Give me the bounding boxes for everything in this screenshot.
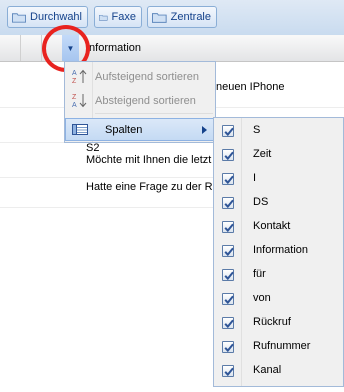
faxe-button[interactable]: Faxe: [94, 6, 142, 28]
checkmark-icon: [224, 295, 234, 305]
column-divider[interactable]: [20, 35, 21, 61]
menu-separator: [95, 113, 213, 114]
column-toggle-label: Information: [253, 244, 309, 256]
column-toggle-item[interactable]: Information: [214, 240, 343, 264]
column-toggle-item[interactable]: DS: [214, 192, 343, 216]
column-toggle-label: DS: [253, 196, 269, 208]
checkbox[interactable]: [222, 341, 234, 353]
columns-icon: [72, 124, 88, 135]
columns-label: Spalten: [105, 123, 143, 136]
checkbox[interactable]: [222, 269, 234, 281]
zentrale-label: Zentrale: [170, 11, 211, 23]
column-toggle-item[interactable]: Rückruf: [214, 312, 343, 336]
column-toggle-item[interactable]: Zeit: [214, 144, 343, 168]
checkmark-icon: [224, 151, 234, 161]
column-toggle-label: Kanal: [253, 364, 282, 376]
column-menu: A Z Aufsteigend sortieren Z A Absteigend…: [64, 61, 216, 143]
checkbox[interactable]: [222, 197, 234, 209]
sort-ascending-item[interactable]: A Z Aufsteigend sortieren: [65, 65, 215, 88]
sort-ascending-label: Aufsteigend sortieren: [95, 70, 199, 83]
columns-submenu: S Zeit I DS Kontakt Information für von Rückruf R…: [213, 117, 344, 387]
checkmark-icon: [224, 175, 234, 185]
checkmark-icon: [224, 367, 234, 377]
durchwahl-label: Durchwahl: [30, 11, 82, 23]
svg-text:Z: Z: [72, 78, 77, 85]
checkbox[interactable]: [222, 149, 234, 161]
column-header-information[interactable]: Information: [86, 42, 141, 54]
durchwahl-button[interactable]: Durchwahl: [7, 6, 88, 28]
column-toggle-label: Rückruf: [253, 316, 291, 328]
column-toggle-item[interactable]: S: [214, 120, 343, 144]
row-text: S2: [86, 142, 100, 154]
column-toggle-label: von: [253, 292, 271, 304]
checkbox[interactable]: [222, 317, 234, 329]
chevron-right-icon: [202, 126, 207, 134]
column-toggle-item[interactable]: Rufnummer: [214, 336, 343, 360]
column-toggle-item[interactable]: von: [214, 288, 343, 312]
zentrale-button[interactable]: Zentrale: [147, 6, 217, 28]
column-toggle-item[interactable]: für: [214, 264, 343, 288]
column-toggle-item[interactable]: Kanal: [214, 360, 343, 384]
checkbox[interactable]: [222, 125, 234, 137]
svg-text:A: A: [72, 102, 77, 109]
row-text: Hatte eine Frage zu der Re: [86, 181, 219, 193]
checkmark-icon: [224, 271, 234, 281]
column-toggle-label: für: [253, 268, 266, 280]
row-text: neuen IPhone: [216, 81, 285, 93]
folder-icon: [99, 14, 108, 21]
checkbox[interactable]: [222, 365, 234, 377]
checkmark-icon: [224, 247, 234, 257]
sort-descending-icon: Z A: [72, 94, 87, 109]
sort-ascending-icon: A Z: [72, 69, 87, 85]
sort-descending-label: Absteigend sortieren: [95, 94, 196, 107]
faxe-label: Faxe: [111, 11, 136, 23]
column-toggle-label: S: [253, 124, 261, 136]
columns-item[interactable]: Spalten: [65, 118, 215, 141]
checkmark-icon: [224, 199, 234, 209]
column-toggle-label: I: [253, 172, 257, 184]
column-toggle-item[interactable]: I: [214, 168, 343, 192]
row-text: Möchte mit Ihnen die letzt: [86, 154, 212, 166]
folder-icon: [12, 12, 27, 23]
svg-text:A: A: [72, 70, 77, 77]
column-toggle-label: Kontakt: [253, 220, 291, 232]
checkmark-icon: [224, 343, 234, 353]
column-toggle-item[interactable]: Kontakt: [214, 216, 343, 240]
sort-descending-item[interactable]: Z A Absteigend sortieren: [65, 89, 215, 112]
checkmark-icon: [224, 223, 234, 233]
checkbox[interactable]: [222, 293, 234, 305]
folder-icon: [152, 12, 167, 23]
column-toggle-label: Rufnummer: [253, 340, 311, 352]
checkbox[interactable]: [222, 245, 234, 257]
checkbox[interactable]: [222, 173, 234, 185]
checkmark-icon: [224, 127, 234, 137]
checkmark-icon: [224, 319, 234, 329]
checkbox[interactable]: [222, 221, 234, 233]
column-toggle-label: Zeit: [253, 148, 272, 160]
svg-text:Z: Z: [72, 94, 77, 101]
